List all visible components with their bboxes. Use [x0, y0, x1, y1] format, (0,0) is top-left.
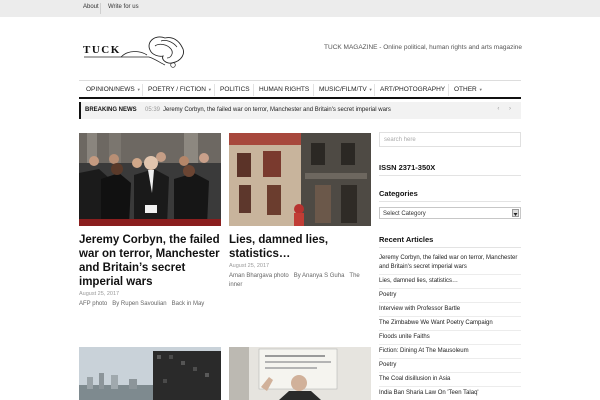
- list-divider: [379, 302, 521, 303]
- nav-label: ART/PHOTOGRAPHY: [380, 86, 446, 93]
- main-nav: OPINION/NEWS ▼ POETRY / FICTION ▼ POLITICS…: [79, 80, 521, 99]
- post-tag[interactable]: By Ananya S Guha: [294, 273, 345, 279]
- photo-illustration: [229, 347, 371, 400]
- nav-label: HUMAN RIGHTS: [259, 86, 310, 93]
- nav-divider: [253, 84, 254, 96]
- post-date: August 25, 2017: [229, 263, 270, 269]
- recent-article[interactable]: The Zimbabwe We Want Poetry Campaign: [379, 319, 521, 328]
- nav-label: POLITICS: [220, 86, 250, 93]
- breaking-news-bar: BREAKING NEWS 05:39 Jeremy Corbyn, the f…: [79, 102, 521, 119]
- nav-item-art-photography[interactable]: ART/PHOTOGRAPHY: [380, 86, 445, 93]
- post-thumbnail-speaker[interactable]: [229, 347, 371, 400]
- nav-item-poetry-fiction[interactable]: POETRY / FICTION ▼: [148, 86, 212, 93]
- nav-divider: [374, 84, 375, 96]
- recent-articles-heading: Recent Articles: [379, 235, 434, 244]
- breaking-news-label: BREAKING NEWS: [85, 107, 137, 113]
- recent-article[interactable]: Fiction: Dining At The Mausoleum: [379, 347, 521, 356]
- category-select-value: Select Category: [383, 211, 426, 217]
- list-divider: [379, 372, 521, 373]
- select-arrow-icon: [512, 209, 519, 217]
- nav-label: MUSIC/FILM/TV: [319, 86, 367, 93]
- list-divider: [379, 330, 521, 331]
- photo-illustration: [79, 347, 221, 400]
- post-tags: Aman Bhargava photo By Ananya S Guha The i…: [229, 272, 374, 290]
- list-divider: [379, 316, 521, 317]
- recent-article[interactable]: India Ban Sharia Law On 'Teen Talaq': [379, 389, 521, 398]
- recent-article[interactable]: Poetry: [379, 291, 521, 300]
- breaking-news-headline[interactable]: Jeremy Corbyn, the failed war on terror,…: [163, 107, 391, 113]
- post-tags: AFP photo By Rupen Savoulian Back in May: [79, 300, 224, 309]
- recent-article[interactable]: Interview with Professor Bartle: [379, 305, 521, 314]
- post-tag[interactable]: By Rupen Savoulian: [112, 301, 166, 307]
- post-tag[interactable]: AFP photo: [79, 301, 107, 307]
- nav-divider: [313, 84, 314, 96]
- list-divider: [379, 344, 521, 345]
- post-tag[interactable]: Aman Bhargava photo: [229, 273, 289, 279]
- recent-article[interactable]: The Coal disillusion in Asia: [379, 375, 521, 384]
- widget-divider: [379, 247, 521, 248]
- nav-label: OTHER: [454, 86, 477, 93]
- nav-item-music-film-tv[interactable]: MUSIC/FILM/TV ▼: [319, 86, 373, 93]
- logo-illustration: [84, 36, 184, 68]
- issn-heading: ISSN 2371-350X: [379, 163, 436, 172]
- post-thumbnail-corbyn[interactable]: [79, 133, 221, 226]
- about-link[interactable]: About: [83, 4, 99, 10]
- nav-divider: [214, 84, 215, 96]
- nav-divider: [142, 84, 143, 96]
- post-thumbnail-grenfell[interactable]: [79, 347, 221, 400]
- dropdown-caret-icon: ▼: [207, 87, 212, 92]
- nav-item-other[interactable]: OTHER ▼: [454, 86, 483, 93]
- list-divider: [379, 288, 521, 289]
- categories-heading: Categories: [379, 189, 418, 198]
- widget-divider: [379, 175, 521, 176]
- dropdown-caret-icon: ▼: [368, 87, 373, 92]
- topbar-divider: [100, 3, 101, 14]
- write-for-us-link[interactable]: Write for us: [108, 4, 139, 10]
- post-thumbnail-lies[interactable]: [229, 133, 371, 226]
- post-tag[interactable]: Back in May: [172, 301, 205, 307]
- post-date: August 25, 2017: [79, 291, 120, 297]
- photo-illustration: [229, 133, 371, 226]
- recent-article[interactable]: Jeremy Corbyn, the failed war on terror,…: [379, 254, 521, 272]
- nav-label: OPINION/NEWS: [86, 86, 135, 93]
- nav-label: POETRY / FICTION: [148, 86, 206, 93]
- recent-article[interactable]: Floods unite Faiths: [379, 333, 521, 342]
- post-title[interactable]: Lies, damned lies, statistics…: [229, 233, 371, 261]
- site-logo[interactable]: TUCK: [83, 33, 188, 69]
- top-bar: About Write for us: [0, 0, 600, 17]
- nav-item-human-rights[interactable]: HUMAN RIGHTS: [259, 86, 309, 93]
- list-divider: [379, 274, 521, 275]
- recent-article[interactable]: Lies, damned lies, statistics…: [379, 277, 521, 286]
- nav-item-opinion-news[interactable]: OPINION/NEWS ▼: [86, 86, 141, 93]
- search-placeholder: search here: [384, 137, 416, 143]
- breaking-news-time: 05:39: [145, 107, 161, 113]
- post-title[interactable]: Jeremy Corbyn, the failed war on terror,…: [79, 233, 227, 289]
- nav-divider: [448, 84, 449, 96]
- ticker-arrows[interactable]: ‹ ›: [497, 106, 515, 112]
- photo-illustration: [79, 133, 221, 226]
- widget-divider: [379, 201, 521, 202]
- search-input[interactable]: search here: [379, 132, 521, 147]
- dropdown-caret-icon: ▼: [478, 87, 483, 92]
- category-select[interactable]: Select Category: [379, 207, 521, 219]
- list-divider: [379, 358, 521, 359]
- recent-article[interactable]: Poetry: [379, 361, 521, 370]
- nav-item-politics[interactable]: POLITICS: [220, 86, 250, 93]
- site-tagline: TUCK MAGAZINE - Online political, human …: [324, 44, 522, 51]
- list-divider: [379, 386, 521, 387]
- dropdown-caret-icon: ▼: [136, 87, 141, 92]
